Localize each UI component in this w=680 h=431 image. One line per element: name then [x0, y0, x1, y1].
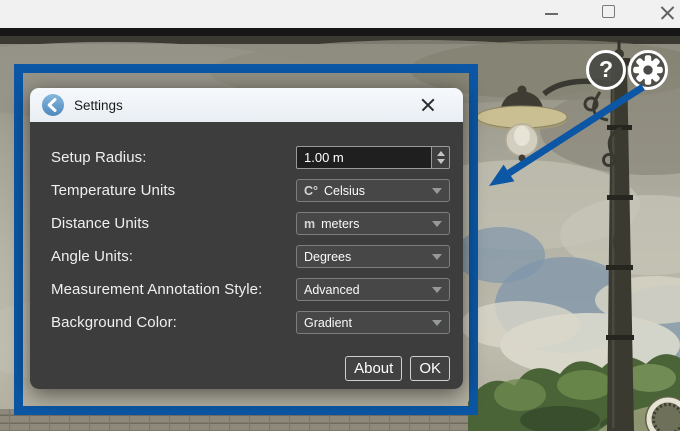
- meters-unit-icon: m: [304, 217, 315, 231]
- ok-button[interactable]: OK: [410, 356, 450, 381]
- background-color-value: Gradient: [304, 316, 352, 330]
- chevron-down-icon: [432, 320, 442, 326]
- dialog-titlebar[interactable]: Settings: [30, 88, 463, 122]
- temperature-units-value: Celsius: [324, 184, 365, 198]
- stepper-up-icon[interactable]: [437, 151, 445, 156]
- settings-dialog: Settings Setup Radius: 1.00 m Temperatur…: [30, 88, 463, 389]
- help-icon[interactable]: ?: [586, 50, 626, 90]
- temperature-units-label: Temperature Units: [51, 182, 296, 199]
- setup-radius-row: Setup Radius: 1.00 m: [30, 141, 463, 174]
- angle-units-value: Degrees: [304, 250, 351, 264]
- stepper-down-icon[interactable]: [437, 159, 445, 164]
- annotation-style-dropdown[interactable]: Advanced: [296, 278, 450, 301]
- setup-radius-stepper[interactable]: [431, 146, 450, 169]
- chevron-down-icon: [432, 221, 442, 227]
- chevron-down-icon: [432, 287, 442, 293]
- app-window: ?: [0, 0, 680, 431]
- os-titlebar: [0, 0, 680, 28]
- angle-units-dropdown[interactable]: Degrees: [296, 245, 450, 268]
- temperature-units-row: Temperature Units C° Celsius: [30, 174, 463, 207]
- setup-radius-spinbox: 1.00 m: [296, 146, 450, 169]
- chevron-down-icon: [432, 188, 442, 194]
- about-button[interactable]: About: [345, 356, 402, 381]
- background-color-row: Background Color: Gradient: [30, 306, 463, 339]
- angle-units-row: Angle Units: Degrees: [30, 240, 463, 273]
- background-color-dropdown[interactable]: Gradient: [296, 311, 450, 334]
- distance-units-row: Distance Units m meters: [30, 207, 463, 240]
- annotation-style-value: Advanced: [304, 283, 360, 297]
- back-chevron-icon: [42, 94, 64, 116]
- chevron-down-icon: [432, 254, 442, 260]
- maximize-icon[interactable]: [602, 5, 615, 18]
- annotation-style-row: Measurement Annotation Style: Advanced: [30, 273, 463, 306]
- gear-icon[interactable]: [628, 50, 668, 90]
- distance-units-dropdown[interactable]: m meters: [296, 212, 450, 235]
- setup-radius-label: Setup Radius:: [51, 149, 296, 166]
- distance-units-value: meters: [321, 217, 359, 231]
- gear-glyph: [632, 54, 664, 86]
- minimize-icon[interactable]: [545, 13, 558, 15]
- setup-radius-input[interactable]: 1.00 m: [296, 146, 431, 169]
- annotation-style-label: Measurement Annotation Style:: [51, 281, 296, 298]
- close-icon[interactable]: [659, 4, 676, 21]
- angle-units-label: Angle Units:: [51, 248, 296, 265]
- celsius-unit-icon: C°: [304, 184, 318, 198]
- help-glyph: ?: [599, 58, 613, 81]
- dialog-title: Settings: [74, 98, 123, 113]
- distance-units-label: Distance Units: [51, 215, 296, 232]
- background-color-label: Background Color:: [51, 314, 296, 331]
- temperature-units-dropdown[interactable]: C° Celsius: [296, 179, 450, 202]
- dialog-button-row: About OK: [30, 356, 450, 381]
- dialog-close-icon[interactable]: [420, 97, 436, 113]
- dialog-body: Setup Radius: 1.00 m Temperature Units C…: [30, 122, 463, 389]
